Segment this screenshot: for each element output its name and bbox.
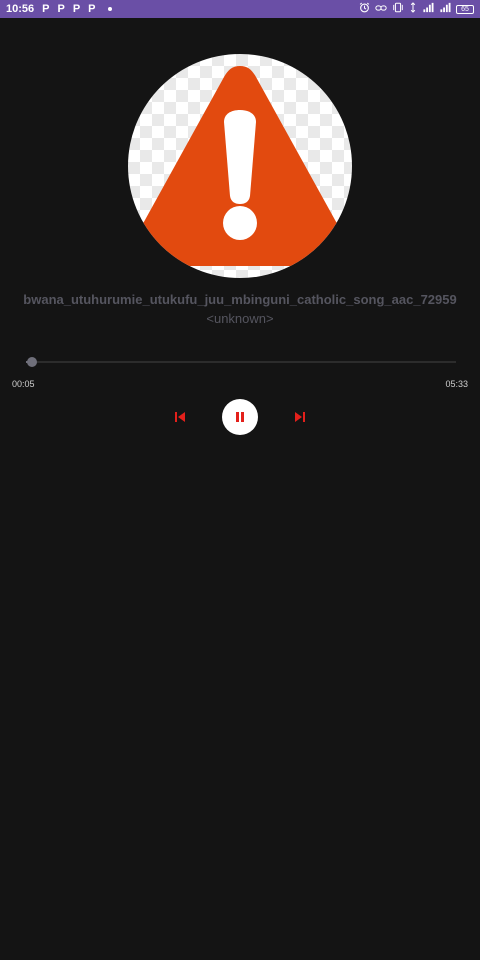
- battery-icon: 65: [456, 4, 474, 14]
- notification-p-icon: P: [42, 3, 50, 15]
- skip-next-button[interactable]: [288, 405, 312, 429]
- song-title: bwana_utuhurumie_utukufu_juu_mbinguni_ca…: [23, 292, 457, 307]
- vibrate-icon: [392, 2, 404, 16]
- status-left: 10:56 P P P P: [6, 3, 112, 15]
- skip-next-icon: [295, 412, 305, 422]
- current-time: 00:05: [12, 379, 35, 389]
- album-art: [128, 54, 352, 278]
- link-icon: [375, 3, 387, 16]
- hotspot-icon: [409, 2, 417, 16]
- more-notifications-dot-icon: [107, 7, 112, 11]
- status-time: 10:56: [6, 3, 35, 15]
- seekbar[interactable]: [26, 357, 456, 367]
- total-time: 05:33: [445, 379, 468, 389]
- alarm-icon: [359, 2, 370, 16]
- status-bar: 10:56 P P P P 65: [0, 0, 480, 18]
- play-pause-button[interactable]: [222, 399, 258, 435]
- status-right: 65: [359, 2, 474, 16]
- skip-previous-button[interactable]: [168, 405, 192, 429]
- notification-p-icon: P: [88, 3, 96, 15]
- notification-p-icon: P: [72, 3, 81, 15]
- song-artist: <unknown>: [206, 311, 274, 326]
- notification-p-icon: P: [57, 3, 65, 15]
- signal-icon: [422, 2, 434, 16]
- seekbar-thumb[interactable]: [27, 357, 38, 367]
- skip-previous-icon: [175, 412, 185, 422]
- pause-icon: [236, 412, 244, 422]
- warning-icon: [137, 66, 343, 266]
- signal-icon: [439, 2, 451, 16]
